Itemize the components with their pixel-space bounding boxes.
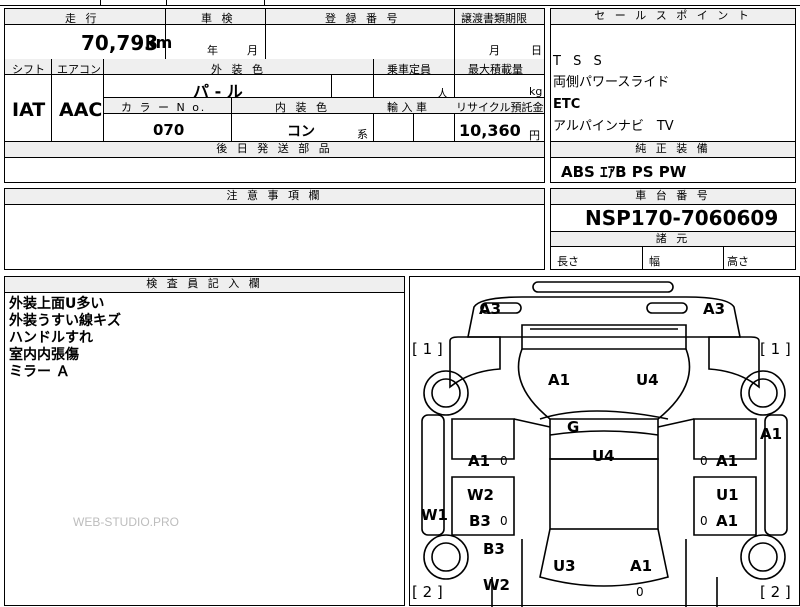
top-edge-strip: [0, 0, 800, 8]
section-2-right: [ 2 ]: [760, 583, 791, 601]
damage-mark-0: 0: [700, 514, 708, 528]
damage-mark-0: 0: [500, 514, 508, 528]
chassis-number-header: 車 台 番 号: [551, 189, 795, 205]
damage-label-u4-roof: U4: [592, 447, 615, 465]
chassis-number-panel: 車 台 番 号 NSP170-7060609 諸 元 長さ 幅 高さ: [550, 188, 796, 270]
color-no-label: カ ラ ー N o.: [121, 101, 207, 114]
inspection-label: 車 検: [201, 12, 236, 25]
length-label: 長さ: [557, 255, 579, 268]
damage-label-a1-right-side: A1: [760, 425, 783, 443]
standard-equipment-panel: 純 正 装 備 ABS ｴｱB PS PW: [550, 141, 796, 183]
shift-label: シフト: [12, 63, 45, 76]
caution-panel: 注 意 事 項 欄: [4, 188, 545, 270]
chassis-number-value: NSP170-7060609: [585, 206, 779, 230]
inspector-notes-panel: 検 査 員 記 入 欄 外装上面U多い 外装うすい線キズ ハンドルすれ 室内内張…: [4, 276, 405, 606]
inspector-note: 室内内張傷: [9, 347, 79, 363]
interior-color-suffix: 系: [357, 128, 368, 141]
damage-mark-0: 0: [500, 454, 508, 468]
import-label: 輸 入 車: [387, 101, 427, 114]
damage-mark-0: 0: [636, 585, 644, 599]
interior-color-value: コン: [287, 124, 315, 140]
sales-point-item: T S S: [553, 54, 606, 69]
sales-point-item: 両側パワースライド: [553, 75, 670, 90]
transfer-day: 日: [531, 44, 542, 57]
damage-label-g-windshield: G: [567, 418, 580, 436]
inspector-notes-header: 検 査 員 記 入 欄: [5, 277, 404, 293]
transfer-deadline-label: 譲渡書類期限: [461, 12, 527, 25]
inspection-year: 年: [207, 44, 218, 57]
inspector-note: 外装うすい線キズ: [9, 313, 121, 329]
sales-points-panel: セ ー ル ス ポ イ ン ト T S S 両側パワースライド ETC アルパイ…: [550, 8, 796, 142]
mileage-unit: km: [145, 33, 173, 52]
damage-label-a1-hood: A1: [548, 371, 571, 389]
damage-label-a1-left-front-door: A1: [468, 452, 491, 470]
damage-label-a3-left: A3: [479, 300, 502, 318]
color-no-value: 070: [153, 121, 185, 139]
section-2-left: [ 2 ]: [412, 583, 443, 601]
section-1-right: [ 1 ]: [760, 340, 791, 358]
transfer-month: 月: [489, 44, 500, 57]
shift-value: IAT: [12, 99, 46, 121]
inspector-note: ミラー Ａ: [9, 364, 70, 380]
sales-point-item: アルパインナビ TV: [553, 119, 674, 134]
width-label: 幅: [649, 255, 660, 268]
damage-label-w1-left: W1: [421, 506, 448, 524]
damage-label-u4-hood: U4: [636, 371, 659, 389]
registration-label: 登 録 番 号: [325, 12, 401, 25]
recycle-value: 10,360: [459, 121, 521, 140]
damage-label-a3-right: A3: [703, 300, 726, 318]
damage-label-w2-rear-left: W2: [483, 576, 510, 594]
sales-points-header: セ ー ル ス ポ イ ン ト: [551, 9, 795, 25]
later-parts-label: 後 日 発 送 部 品: [5, 142, 544, 158]
caution-header: 注 意 事 項 欄: [5, 189, 544, 205]
vehicle-info-table: 走 行 車 検 登 録 番 号 譲渡書類期限 70,793 km 年 月 月 日…: [4, 8, 545, 143]
damage-label-a1-rear: A1: [630, 557, 653, 575]
later-shipment-parts: 後 日 発 送 部 品: [4, 141, 545, 183]
damage-label-w2-left: W2: [467, 486, 494, 504]
capacity-label: 乗車定員: [387, 63, 431, 76]
recycle-label: リサイクル預託金: [456, 101, 544, 114]
damage-label-u1-right: U1: [716, 486, 739, 504]
mileage-label: 走 行: [65, 12, 100, 25]
damage-label-u3-rear: U3: [553, 557, 576, 575]
standard-equipment-header: 純 正 装 備: [551, 142, 795, 158]
inspector-note: ハンドルすれ: [9, 330, 93, 346]
car-outline-drawing: [421, 281, 788, 607]
damage-label-a1-right-rear-door: A1: [716, 512, 739, 530]
damage-label-a1-right-front-door: A1: [716, 452, 739, 470]
inspector-note: 外装上面U多い: [9, 296, 105, 312]
specs-header: 諸 元: [551, 231, 795, 247]
damage-label-b3-left-door: B3: [469, 512, 491, 530]
interior-color-label: 内 装 色: [275, 101, 330, 114]
exterior-color-label: 外 装 色: [211, 63, 266, 76]
ac-label: エアコン: [57, 63, 101, 76]
ac-value: AAC: [59, 99, 103, 121]
standard-equipment-value: ABS ｴｱB PS PW: [561, 163, 687, 181]
damage-label-b3-rear-left: B3: [483, 540, 505, 558]
section-1-left: [ 1 ]: [412, 340, 443, 358]
height-label: 高さ: [727, 255, 749, 268]
damage-mark-0: 0: [700, 454, 708, 468]
watermark: WEB-STUDIO.PRO: [73, 515, 180, 529]
max-load-label: 最大積載量: [468, 63, 523, 76]
inspection-month: 月: [247, 44, 258, 57]
car-damage-diagram: A3 A3 [ 1 ] [ 1 ] A1 U4 G A1 U4 A1 0 A1 …: [409, 276, 800, 607]
sales-point-item: ETC: [553, 97, 581, 112]
